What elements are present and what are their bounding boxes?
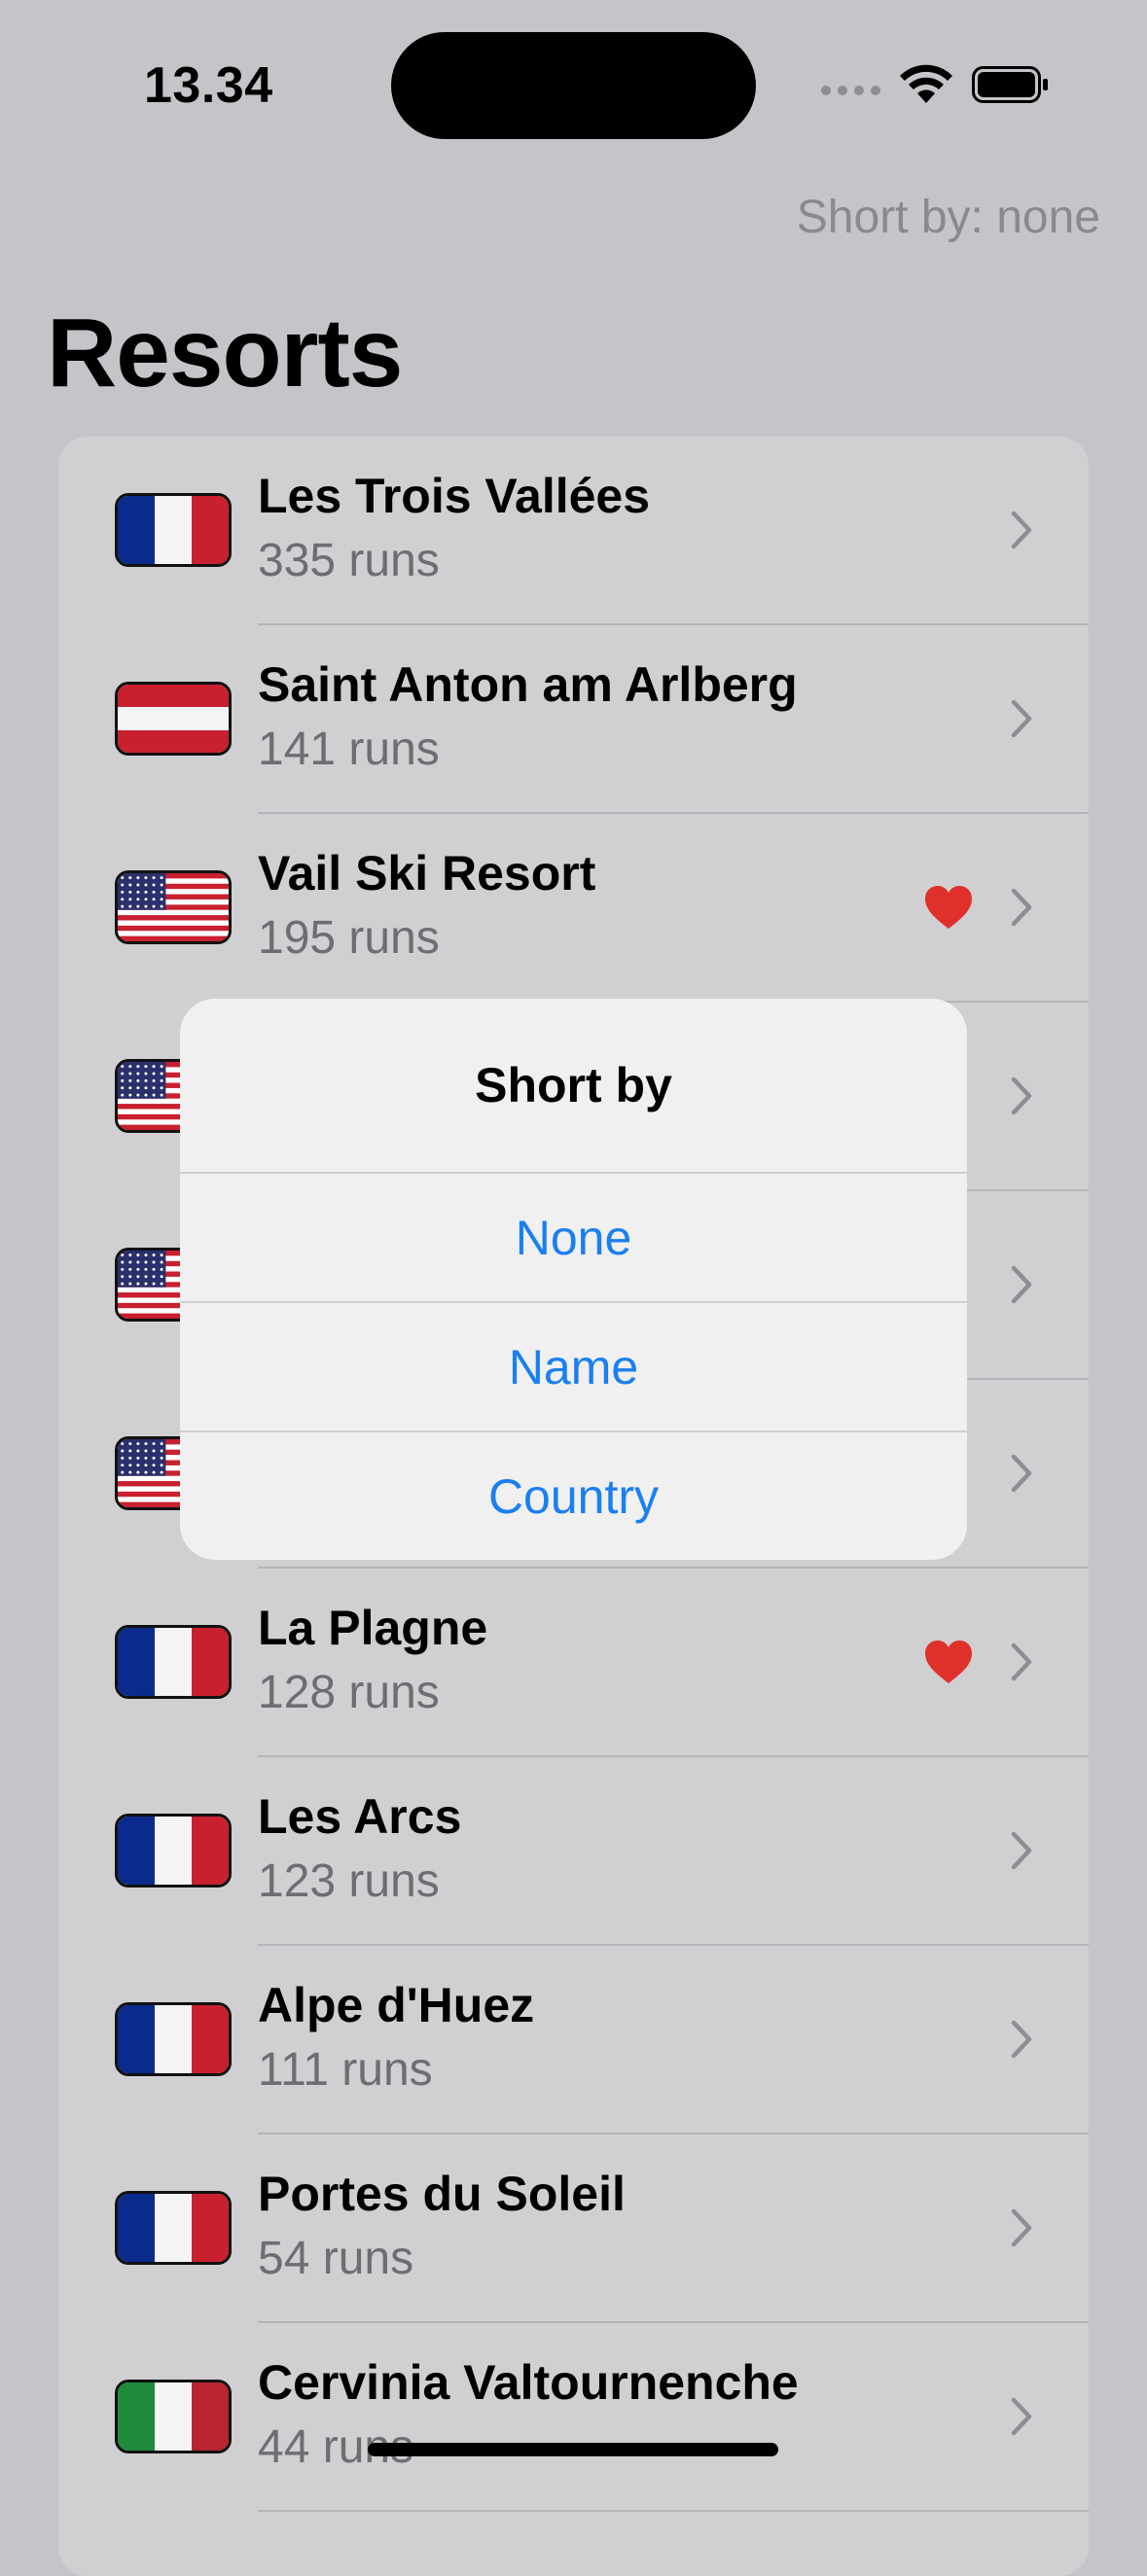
status-icons: [821, 60, 1050, 109]
page-title: Resorts: [47, 299, 403, 407]
resort-row[interactable]: Les Trois Vallées 335 runs: [58, 437, 1089, 625]
sort-dialog-title: Short by: [180, 999, 967, 1174]
resort-name: Les Trois Vallées: [258, 469, 651, 523]
chevron-right-icon: [1011, 888, 1032, 927]
resort-name: Saint Anton am Arlberg: [258, 657, 798, 712]
usa-flag-icon: [115, 870, 232, 944]
resort-name: Portes du Soleil: [258, 2167, 626, 2221]
resort-row[interactable]: Saint Anton am Arlberg 141 runs: [58, 625, 1089, 814]
resort-runs: 141 runs: [258, 723, 440, 775]
resort-runs: 195 runs: [258, 912, 440, 964]
resort-runs: 54 runs: [258, 2233, 414, 2284]
chevron-right-icon: [1011, 511, 1032, 549]
france-flag-icon: [115, 493, 232, 567]
wifi-icon: [900, 64, 952, 103]
favorite-heart-icon: [925, 886, 972, 929]
resort-row[interactable]: Vail Ski Resort 195 runs: [58, 814, 1089, 1003]
status-time: 13.34: [144, 57, 273, 114]
chevron-right-icon: [1011, 699, 1032, 738]
france-flag-icon: [115, 2191, 232, 2265]
resort-name: La Plagne: [258, 1601, 488, 1655]
sort-button[interactable]: Short by: none: [797, 191, 1100, 244]
chevron-right-icon: [1011, 1265, 1032, 1304]
sort-option-none[interactable]: None: [180, 1174, 967, 1303]
italy-flag-icon: [115, 2380, 232, 2453]
resort-name: Vail Ski Resort: [258, 846, 596, 900]
battery-icon: [972, 66, 1048, 103]
chevron-right-icon: [1011, 1454, 1032, 1493]
chevron-right-icon: [1011, 2208, 1032, 2247]
austria-flag-icon: [115, 682, 232, 756]
row-separator: [258, 2510, 1089, 2512]
chevron-right-icon: [1011, 2020, 1032, 2059]
chevron-right-icon: [1011, 1831, 1032, 1870]
france-flag-icon: [115, 1814, 232, 1888]
chevron-right-icon: [1011, 1642, 1032, 1681]
chevron-right-icon: [1011, 1076, 1032, 1115]
sort-option-country[interactable]: Country: [180, 1432, 967, 1560]
resort-row[interactable]: Les Arcs 123 runs: [58, 1757, 1089, 1946]
sort-option-name[interactable]: Name: [180, 1303, 967, 1432]
resort-row[interactable]: Cervinia Valtournenche 44 runs: [58, 2323, 1089, 2512]
resort-row[interactable]: Alpe d'Huez 111 runs: [58, 1946, 1089, 2135]
resort-runs: 128 runs: [258, 1667, 440, 1718]
resort-name: Les Arcs: [258, 1789, 462, 1844]
france-flag-icon: [115, 1625, 232, 1699]
resort-name: Cervinia Valtournenche: [258, 2355, 799, 2410]
france-flag-icon: [115, 2002, 232, 2076]
favorite-heart-icon: [925, 1641, 972, 1683]
dynamic-island: [391, 32, 756, 139]
resort-row[interactable]: Portes du Soleil 54 runs: [58, 2135, 1089, 2323]
sort-dialog: Short by None Name Country: [180, 999, 967, 1560]
cellular-signal-icon: [821, 86, 880, 95]
resort-name: Alpe d'Huez: [258, 1978, 535, 2032]
resort-row[interactable]: La Plagne 128 runs: [58, 1569, 1089, 1757]
chevron-right-icon: [1011, 2397, 1032, 2436]
home-indicator: [368, 2443, 778, 2456]
resort-runs: 111 runs: [258, 2044, 433, 2096]
resort-runs: 123 runs: [258, 1855, 440, 1907]
resort-runs: 335 runs: [258, 535, 440, 586]
